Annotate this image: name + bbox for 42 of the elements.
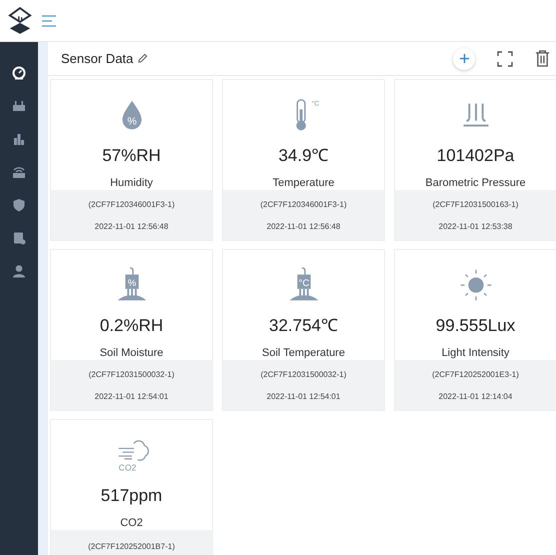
device-id: (2CF7F120252001B7-1): [88, 542, 175, 551]
sensor-value: 101402Pa: [436, 146, 514, 166]
sensor-value: 99.555Lux: [436, 316, 516, 336]
logo-icon: [8, 6, 32, 34]
plus-icon: [458, 53, 470, 64]
timestamp: 2022-11-01 12:56:48: [266, 222, 340, 231]
timestamp: 2022-11-01 12:56:48: [94, 222, 168, 231]
sensor-label: Light Intensity: [442, 346, 510, 360]
sensor-value: 0.2%RH: [100, 316, 164, 336]
timestamp: 2022-11-01 12:54:01: [94, 392, 168, 401]
sensor-value: 32.754℃: [269, 316, 338, 336]
sensor-value: 517ppm: [100, 486, 162, 506]
sensor-value: 34.9℃: [278, 146, 329, 166]
shield-icon[interactable]: [12, 198, 26, 212]
device-id: (2CF7F120346001F3-1): [88, 200, 175, 209]
router-icon[interactable]: [12, 165, 26, 179]
fullscreen-icon[interactable]: [497, 50, 513, 66]
bar-chart-icon[interactable]: [12, 132, 26, 146]
sensor-value: 57%RH: [102, 146, 161, 166]
pencil-icon[interactable]: [137, 53, 148, 64]
device-id: (2CF7F12031500032-1): [88, 370, 174, 379]
gateway-icon[interactable]: [12, 99, 26, 113]
sensor-label: Temperature: [272, 176, 334, 190]
panel-title: Sensor Data: [61, 51, 134, 66]
device-id: (2CF7F120252001E3-1): [432, 370, 519, 379]
sensor-label: Humidity: [110, 176, 153, 190]
sensor-label: CO2: [120, 516, 143, 530]
sensor-label: Soil Moisture: [100, 346, 164, 360]
device-id: (2CF7F120346001F3-1): [260, 200, 347, 209]
device-id: (2CF7F12031500163-1): [432, 200, 518, 209]
sensor-label: Barometric Pressure: [425, 176, 526, 190]
dashboard-icon[interactable]: [12, 66, 26, 80]
add-button[interactable]: [453, 48, 475, 70]
user-icon[interactable]: [12, 264, 26, 278]
report-icon[interactable]: [12, 231, 26, 245]
sensor-label: Soil Temperature: [262, 346, 345, 360]
timestamp: 2022-11-01 12:53:38: [438, 222, 512, 231]
trash-icon[interactable]: [535, 50, 550, 67]
menu-icon[interactable]: [42, 14, 56, 26]
timestamp: 2022-11-01 12:54:01: [266, 392, 340, 401]
timestamp: 2022-11-01 12:14:04: [438, 392, 512, 401]
device-id: (2CF7F12031500032-1): [260, 370, 346, 379]
